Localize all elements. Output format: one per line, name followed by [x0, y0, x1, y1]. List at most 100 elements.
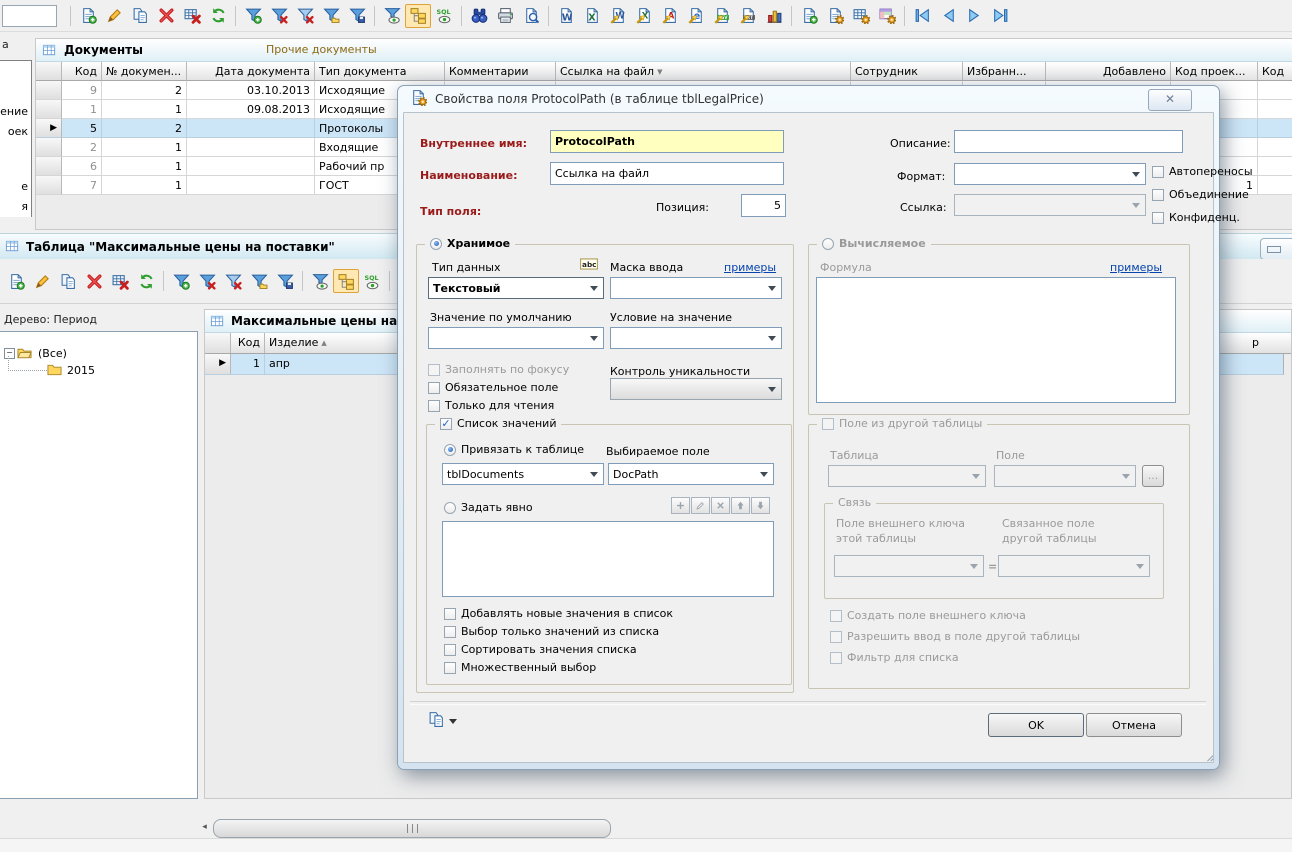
- sql-view-button[interactable]: SQL: [431, 4, 457, 28]
- position-field[interactable]: 5: [741, 194, 786, 217]
- column-header[interactable]: Комментарии: [445, 62, 556, 81]
- row-selector[interactable]: ▶: [36, 119, 62, 138]
- row-selector[interactable]: [36, 176, 62, 195]
- horizontal-scrollbar[interactable]: ◂: [197, 819, 613, 837]
- table-cell[interactable]: 1: [231, 354, 265, 374]
- panel-collapse-button[interactable]: [1260, 238, 1292, 260]
- row-selector[interactable]: ▶: [205, 354, 231, 374]
- mask-examples-link[interactable]: примеры: [724, 261, 776, 274]
- name-field[interactable]: Ссылка на файл: [550, 162, 784, 185]
- delete-table-record-button[interactable]: [107, 269, 133, 293]
- formula-textarea[interactable]: [816, 277, 1176, 403]
- autowrap-checkbox[interactable]: Автопереносы: [1152, 165, 1253, 178]
- copy-record-button[interactable]: [127, 4, 153, 28]
- close-icon[interactable]: ✕: [1148, 89, 1192, 111]
- table-cell[interactable]: 7: [62, 176, 102, 195]
- copy-record-button[interactable]: [55, 269, 81, 293]
- table-cell[interactable]: 1: [102, 176, 187, 195]
- list-add-button[interactable]: [671, 497, 690, 514]
- sort-values-checkbox[interactable]: Сортировать значения списка: [444, 643, 637, 656]
- export-word-button[interactable]: W: [553, 4, 579, 28]
- filter-open-button[interactable]: [246, 269, 272, 293]
- column-header[interactable]: Изделие▲: [265, 333, 385, 353]
- export-report-button[interactable]: A: [657, 4, 683, 28]
- column-header[interactable]: Сотрудник: [851, 62, 963, 81]
- table-cell[interactable]: [1258, 119, 1292, 138]
- export-html-button[interactable]: e: [683, 4, 709, 28]
- tree-item[interactable]: 2015: [0, 362, 197, 379]
- row-selector[interactable]: [36, 157, 62, 176]
- fk-field-dropdown[interactable]: [834, 555, 984, 577]
- export-excel-link-button[interactable]: X: [631, 4, 657, 28]
- input-mask-dropdown[interactable]: [610, 277, 782, 299]
- add-record-button[interactable]: [3, 269, 29, 293]
- bind-to-table-radio[interactable]: Привязать к таблице: [444, 443, 584, 456]
- filter-clear-button[interactable]: [194, 269, 220, 293]
- table-settings-button[interactable]: [848, 4, 874, 28]
- form-settings-button[interactable]: [822, 4, 848, 28]
- value-list-checkbox[interactable]: [440, 418, 452, 430]
- filter-clear-all-button[interactable]: [220, 269, 246, 293]
- delete-record-button[interactable]: [81, 269, 107, 293]
- explicit-values-listbox[interactable]: [442, 521, 774, 597]
- nav-last-button[interactable]: [987, 4, 1013, 28]
- table-cell[interactable]: 6: [62, 157, 102, 176]
- filter-open-button[interactable]: [318, 4, 344, 28]
- multi-select-checkbox[interactable]: Множественный выбор: [444, 661, 596, 674]
- tree-view-button[interactable]: [405, 4, 431, 28]
- row-selector[interactable]: [36, 81, 62, 100]
- table-cell[interactable]: [1258, 157, 1292, 176]
- table-cell[interactable]: [1258, 81, 1292, 100]
- nav-next-button[interactable]: [961, 4, 987, 28]
- search-button[interactable]: [466, 4, 492, 28]
- default-value-dropdown[interactable]: [428, 327, 604, 349]
- filter-view-button[interactable]: [379, 4, 405, 28]
- column-header[interactable]: Добавлено: [1046, 62, 1171, 81]
- explicit-list-radio[interactable]: Задать явно: [444, 501, 533, 514]
- cancel-button[interactable]: Отмена: [1086, 713, 1182, 737]
- delete-record-button[interactable]: [153, 4, 179, 28]
- export-word-link-button[interactable]: W: [605, 4, 631, 28]
- required-field-checkbox[interactable]: Обязательное поле: [428, 381, 558, 394]
- create-fk-checkbox[interactable]: Создать поле внешнего ключа: [830, 609, 1026, 622]
- filter-add-button[interactable]: [168, 269, 194, 293]
- table-cell[interactable]: апр: [269, 357, 290, 370]
- related-field-dropdown[interactable]: [998, 555, 1150, 577]
- merge-checkbox[interactable]: Объединение: [1152, 188, 1249, 201]
- table-cell[interactable]: 2: [102, 81, 187, 100]
- list-move-up-button[interactable]: [731, 497, 750, 514]
- column-header[interactable]: Тип документа: [315, 62, 445, 81]
- table-cell[interactable]: [187, 157, 315, 176]
- selectable-field-dropdown[interactable]: DocPath: [608, 463, 774, 485]
- filter-save-button[interactable]: [272, 269, 298, 293]
- quick-filter-input[interactable]: [2, 5, 57, 27]
- sql-view-button[interactable]: SQL: [359, 269, 385, 293]
- resize-grip[interactable]: [1203, 751, 1216, 767]
- edit-record-button[interactable]: [29, 269, 55, 293]
- copy-properties-button[interactable]: [428, 711, 457, 731]
- table-cell[interactable]: 1: [102, 157, 187, 176]
- table-cell[interactable]: 2: [102, 119, 187, 138]
- print-preview-button[interactable]: [518, 4, 544, 28]
- scrollbar-thumb[interactable]: [213, 819, 611, 838]
- tree-view-button[interactable]: [333, 269, 359, 293]
- table-cell[interactable]: 2: [62, 138, 102, 157]
- bound-table-dropdown[interactable]: tblDocuments: [442, 463, 604, 485]
- column-header[interactable]: Код проек...: [1171, 62, 1258, 81]
- data-type-dropdown[interactable]: Текстовый: [433, 282, 501, 295]
- table-cell[interactable]: [1258, 138, 1292, 157]
- table-cell[interactable]: [187, 119, 315, 138]
- uniqueness-dropdown[interactable]: [610, 378, 782, 400]
- ok-button[interactable]: OK: [988, 713, 1084, 737]
- computed-radio[interactable]: [822, 238, 834, 250]
- refresh-button[interactable]: [133, 269, 159, 293]
- filter-clear-button[interactable]: [266, 4, 292, 28]
- add-record-button[interactable]: [75, 4, 101, 28]
- internal-name-field[interactable]: ProtocolPath: [550, 130, 784, 153]
- list-filter-checkbox[interactable]: Фильтр для списка: [830, 651, 959, 664]
- column-header[interactable]: Код: [1258, 62, 1292, 81]
- filter-save-button[interactable]: [344, 4, 370, 28]
- read-only-checkbox[interactable]: Только для чтения: [428, 399, 554, 412]
- foreign-field-dropdown[interactable]: [994, 465, 1136, 487]
- format-dropdown[interactable]: [954, 163, 1146, 185]
